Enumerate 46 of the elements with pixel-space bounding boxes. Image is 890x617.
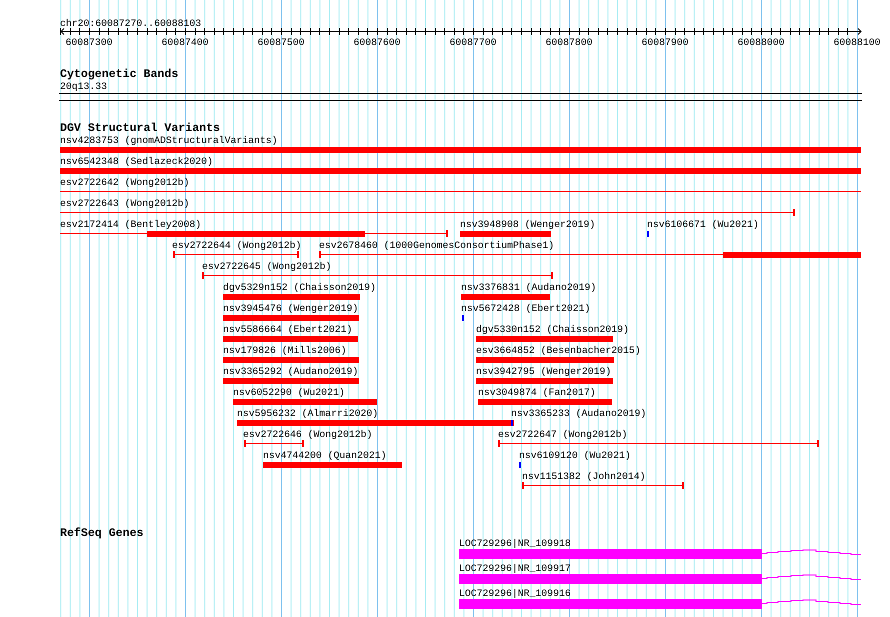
variant-label: nsv6106671 (Wu2021): [647, 219, 759, 230]
variant-label: nsv6052290 (Wu2021): [233, 387, 345, 398]
track-title: DGV Structural Variants: [60, 122, 220, 135]
tick-label: 60088000: [737, 37, 785, 48]
variant-label: nsv6542348 (Sedlazeck2020): [60, 156, 213, 167]
tick-label: 60088100: [833, 37, 881, 48]
tick-label: 60087500: [257, 37, 305, 48]
gene-label: LOC729296|NR_109918: [459, 538, 571, 549]
variant-label: nsv6109120 (Wu2021): [519, 450, 631, 461]
variant-label: nsv3948908 (Wenger2019): [460, 219, 596, 230]
variant-label: esv2722644 (Wong2012b): [172, 240, 302, 251]
variant-label: nsv5956232 (Almarri2020): [237, 408, 378, 419]
band-label: 20q13.33: [60, 81, 108, 92]
tick-label: 60087900: [641, 37, 689, 48]
track-title: Cytogenetic Bands: [60, 68, 178, 81]
tick-label: 60087600: [353, 37, 401, 48]
tick-label: 60087400: [161, 37, 209, 48]
variant-label: dgv5330n152 (Chaisson2019): [476, 324, 629, 335]
variant-label: nsv3942795 (Wenger2019): [476, 366, 612, 377]
tick-label: 60087300: [65, 37, 113, 48]
tick-label: 60087800: [545, 37, 593, 48]
variant-label: nsv1151382 (John2014): [522, 471, 646, 482]
variant-label: nsv3945476 (Wenger2019): [223, 303, 358, 314]
variant-label: esv3664852 (Besenbacher2015): [476, 345, 641, 356]
variant-label: nsv3365292 (Audano2019): [223, 366, 358, 377]
track-title: RefSeq Genes: [60, 527, 144, 540]
tick-label: 60087700: [449, 37, 497, 48]
variant-label: esv2722642 (Wong2012b): [60, 177, 190, 188]
locus-label: chr20:60087270..60088103: [60, 18, 202, 29]
variant-label: esv2722645 (Wong2012b): [202, 261, 332, 272]
variant-label: esv2722643 (Wong2012b): [60, 198, 190, 209]
variant-label: nsv3365233 (Audano2019): [511, 408, 646, 419]
variant-label: nsv5672428 (Ebert2021): [461, 303, 590, 314]
variant-label: dgv5329n152 (Chaisson2019): [223, 282, 376, 293]
variant-label: esv2722646 (Wong2012b): [243, 429, 372, 440]
gene-label: LOC729296|NR_109917: [459, 563, 571, 574]
variant-label: esv2678460 (1000GenomesConsortiumPhase1): [319, 240, 554, 251]
variant-label: esv2172414 (Bentley2008): [60, 219, 202, 230]
gene-label: LOC729296|NR_109916: [459, 588, 571, 599]
variant-label: nsv3376831 (Audano2019): [461, 282, 596, 293]
variant-label: nsv5586664 (Ebert2021): [223, 324, 352, 335]
variant-label: nsv3049874 (Fan2017): [478, 387, 596, 398]
variant-label: esv2722647 (Wong2012b): [498, 429, 628, 440]
variant-label: nsv4283753 (gnomADStructuralVariants): [60, 135, 278, 146]
variant-label: nsv179826 (Mills2006): [223, 345, 346, 356]
variant-label: nsv4744200 (Quan2021): [263, 450, 386, 461]
